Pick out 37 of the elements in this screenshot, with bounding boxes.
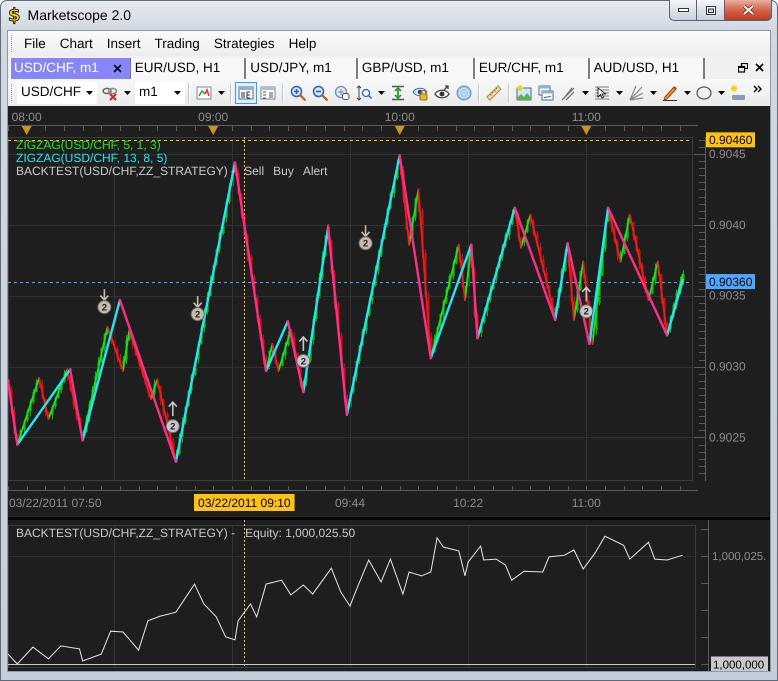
time-axis-label: 09:00 [198,110,228,124]
price-axis-label: 0.9030 [709,360,746,374]
time-axis-label: 11:00 [572,496,601,510]
equity-value: Equity: 1,000,025.50 [245,527,356,540]
price-axis-label: 0.9040 [709,218,746,232]
price-axis-label: 0.9035 [709,288,746,303]
price-tag: 1,000,000 [711,656,768,671]
price-axis-label: 0.9025 [709,430,746,444]
value-axis-label: 1,000,025. [712,551,766,564]
window-title: Marketscope 2.0 [28,7,132,24]
time-axis-label: 10:00 [384,110,415,124]
legend-signal-label: Buy [273,165,294,178]
price-tag: 0.90360 [706,274,755,290]
time-axis-label: 09:44 [334,496,366,510]
legend-label: ZIGZAG(USD/CHF, 5, 1, 3) [16,139,162,152]
annotation: 2 [362,238,368,250]
time-tag: 03/22/2011 09:10 [194,494,295,511]
legend-signal-label: Sell [244,165,264,178]
price-tag: 0.90460 [706,132,755,148]
time-axis-label: 10:22 [453,496,484,510]
y-tick-label: 1,000,000 [713,659,764,672]
legend-signal-label: Alert [302,165,328,178]
time-axis-label: 11:00 [572,110,601,124]
annotation: 2 [170,422,176,433]
time-axis-label: 08:00 [12,110,42,124]
annotation: 2 [584,306,589,318]
legend-label: ZIGZAG(USD/CHF, 13, 8, 5) [16,152,168,165]
dollar-logo-icon: $ [8,6,21,24]
annotation: 2 [195,310,200,321]
time-axis-label: 03/22/2011 07:50 [9,496,102,510]
y-tick-label: 0.90360 [709,274,753,289]
annotation: 2 [102,302,108,314]
x-tick-label: 03/22/2011 09:10 [198,496,291,510]
annotation: 2 [300,356,306,368]
y-tick-label: 0.90460 [709,133,753,148]
price-axis-label: 0.9045 [709,147,746,161]
legend-label: BACKTEST(USD/CHF,ZZ_STRATEGY) - [16,527,236,540]
